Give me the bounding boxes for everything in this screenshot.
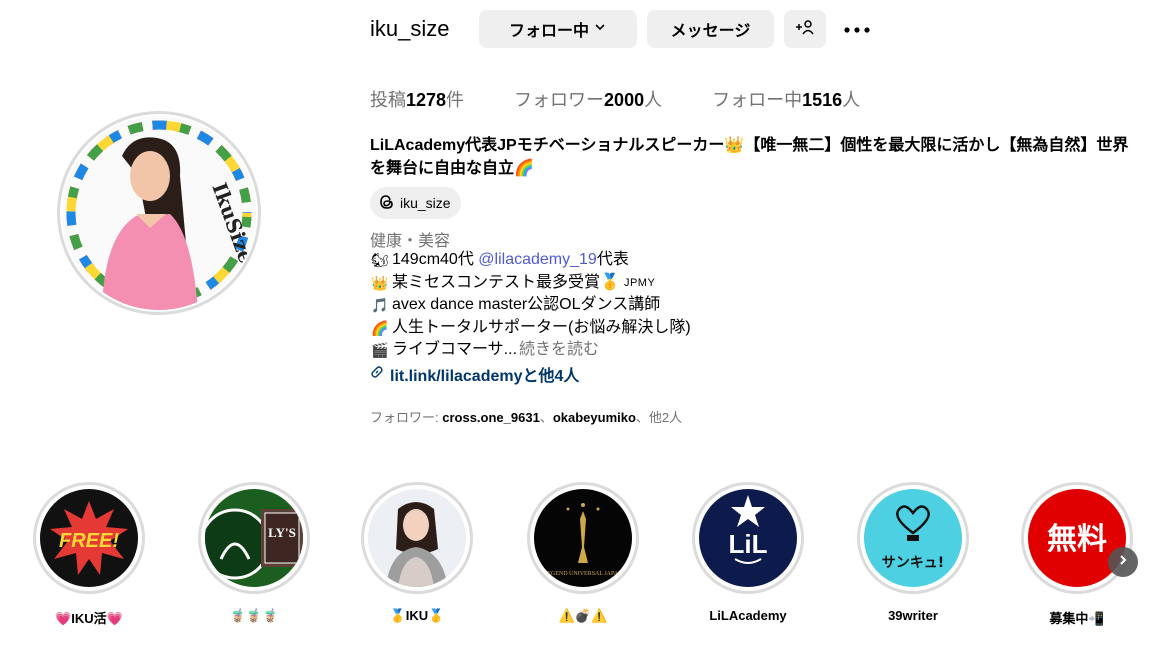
followers-label: フォロワー bbox=[514, 90, 605, 110]
chevron-right-icon bbox=[1117, 553, 1129, 571]
followers-count: 2000 bbox=[604, 90, 645, 110]
profile-avatar[interactable]: IkuSize bbox=[57, 111, 261, 315]
crown-emoji: 👑 bbox=[371, 274, 389, 291]
link-text: lit.link/lilacademyと他4人 bbox=[390, 368, 580, 385]
rainbow-emoji: 🌈 bbox=[371, 319, 389, 336]
bio-line-text: avex dance master公認OLダンス講師 bbox=[392, 296, 661, 313]
chevron-down-icon bbox=[593, 20, 607, 39]
mention-link[interactable]: @lilacademy_19 bbox=[478, 249, 597, 272]
highlight-badge-text: サンキュ! bbox=[882, 555, 944, 571]
bio-tag: JPMY bbox=[623, 276, 656, 289]
followed-by-user[interactable]: okabeyumiko bbox=[553, 410, 636, 425]
bio-line: 🌈 人生トータルサポーター(お悩み解決し隊) bbox=[370, 317, 691, 340]
highlight-item[interactable]: サンキュ! 39writer bbox=[853, 482, 973, 623]
bio-line: 🎵 avex dance master公認OLダンス講師 bbox=[370, 294, 691, 317]
bio-line-text: 某ミセスコンテスト最多受賞🥇 bbox=[392, 273, 620, 291]
bio-line: 🐿 149cm40代 @lilacademy_19 代表 bbox=[370, 249, 691, 272]
read-more-link[interactable]: 続きを読む bbox=[519, 339, 599, 362]
link-icon bbox=[370, 365, 384, 384]
followers-stat[interactable]: フォロワー2000人 bbox=[514, 86, 662, 112]
posts-label: 投稿 bbox=[370, 90, 406, 110]
highlight-cover: サンキュ! bbox=[864, 489, 962, 587]
highlight-label: LiLAcademy bbox=[709, 608, 787, 623]
clapper-emoji: 🎬 bbox=[371, 342, 389, 358]
followers-unit: 人 bbox=[644, 90, 663, 110]
bio-title: LiLAcademy代表JPモチベーショナルスピーカー👑【唯一無二】個性を最大限… bbox=[370, 137, 1129, 177]
bio-line-text: 149cm40代 bbox=[392, 251, 474, 268]
bio-line: 🎬 ライブコマーサ... 続きを読む bbox=[370, 339, 691, 362]
highlight-badge-text: LiL bbox=[729, 529, 768, 559]
following-button-label: フォロー中 bbox=[508, 23, 589, 40]
followed-by-sep: 、 bbox=[539, 410, 553, 425]
bio-text: 🐿 149cm40代 @lilacademy_19 代表 👑 某ミセスコンテスト… bbox=[370, 249, 691, 362]
followed-by-suffix: 、他2人 bbox=[635, 410, 683, 425]
squirrel-emoji: 🐿 bbox=[371, 252, 389, 268]
followed-by[interactable]: フォロワー: cross.one_9631、okabeyumiko、他2人 bbox=[370, 407, 682, 426]
posts-count: 1278 bbox=[406, 90, 447, 110]
highlight-label: 🧋🧋🧋 bbox=[229, 608, 279, 623]
highlight-item[interactable]: LiL LiLAcademy bbox=[688, 482, 808, 623]
highlight-label: 🥇IKU🥇 bbox=[389, 608, 445, 623]
bio-line-text: 人生トータルサポーター(お悩み解決し隊) bbox=[392, 318, 691, 336]
profile-category: 健康・美容 bbox=[370, 233, 451, 250]
more-options-button[interactable] bbox=[840, 14, 874, 44]
highlight-item[interactable]: 🥇IKU🥇 bbox=[357, 482, 477, 624]
highlight-cover: LY'S bbox=[205, 489, 303, 587]
highlight-badge-text: LY'S bbox=[268, 525, 296, 540]
add-user-icon bbox=[795, 19, 815, 40]
following-unit: 人 bbox=[842, 90, 861, 110]
following-label: フォロー中 bbox=[712, 90, 803, 110]
profile-stats: 投稿1278件 フォロワー2000人 フォロー中1516人 bbox=[370, 86, 910, 112]
profile-external-link[interactable]: lit.link/lilacademyと他4人 bbox=[370, 362, 579, 386]
highlight-item[interactable]: FREE! 💗IKU活💗 bbox=[29, 482, 149, 627]
message-button-label: メッセージ bbox=[670, 23, 751, 40]
threads-handle: iku_size bbox=[400, 195, 451, 211]
profile-username: iku_size bbox=[370, 16, 450, 41]
bio-line: 👑 某ミセスコンテスト最多受賞🥇 JPMY bbox=[370, 272, 691, 295]
highlight-item[interactable]: LEGEND UNIVERSAL JAPAN ⚠️💣⚠️ bbox=[523, 482, 643, 624]
highlight-item[interactable]: LY'S 🧋🧋🧋 bbox=[194, 482, 314, 624]
highlight-label: 💗IKU活💗 bbox=[55, 611, 123, 626]
highlight-label: 39writer bbox=[888, 608, 938, 623]
following-stat[interactable]: フォロー中1516人 bbox=[712, 86, 860, 112]
following-count: 1516 bbox=[802, 90, 843, 110]
highlight-cover: LEGEND UNIVERSAL JAPAN bbox=[534, 489, 632, 587]
suggested-users-button[interactable] bbox=[784, 10, 826, 48]
following-button[interactable]: フォロー中 bbox=[479, 10, 637, 48]
threads-icon bbox=[378, 193, 396, 214]
highlight-badge-text: 無料 bbox=[1047, 522, 1107, 557]
bio-line-text: ライブコマーサ... bbox=[392, 341, 518, 358]
music-emoji: 🎵 bbox=[371, 297, 389, 313]
highlight-cover: LiL bbox=[699, 489, 797, 587]
highlight-label: 募集中📲 bbox=[1049, 611, 1105, 626]
posts-unit: 件 bbox=[446, 90, 465, 110]
highlight-cover bbox=[368, 489, 466, 587]
highlights-next-button[interactable] bbox=[1108, 547, 1138, 577]
message-button[interactable]: メッセージ bbox=[647, 10, 774, 48]
threads-badge[interactable]: iku_size bbox=[370, 187, 461, 219]
followed-by-prefix: フォロワー: bbox=[370, 410, 443, 425]
highlight-badge-text: LEGEND UNIVERSAL JAPAN bbox=[544, 571, 624, 577]
more-dots-icon bbox=[843, 20, 871, 38]
highlight-cover: FREE! bbox=[40, 489, 138, 587]
highlight-label: ⚠️💣⚠️ bbox=[558, 608, 608, 623]
avatar-image: IkuSize bbox=[62, 116, 256, 310]
highlight-badge-text: FREE! bbox=[59, 530, 119, 552]
followed-by-user[interactable]: cross.one_9631 bbox=[442, 410, 540, 425]
bio-line-text: 代表 bbox=[596, 251, 629, 268]
posts-stat: 投稿1278件 bbox=[370, 86, 464, 112]
